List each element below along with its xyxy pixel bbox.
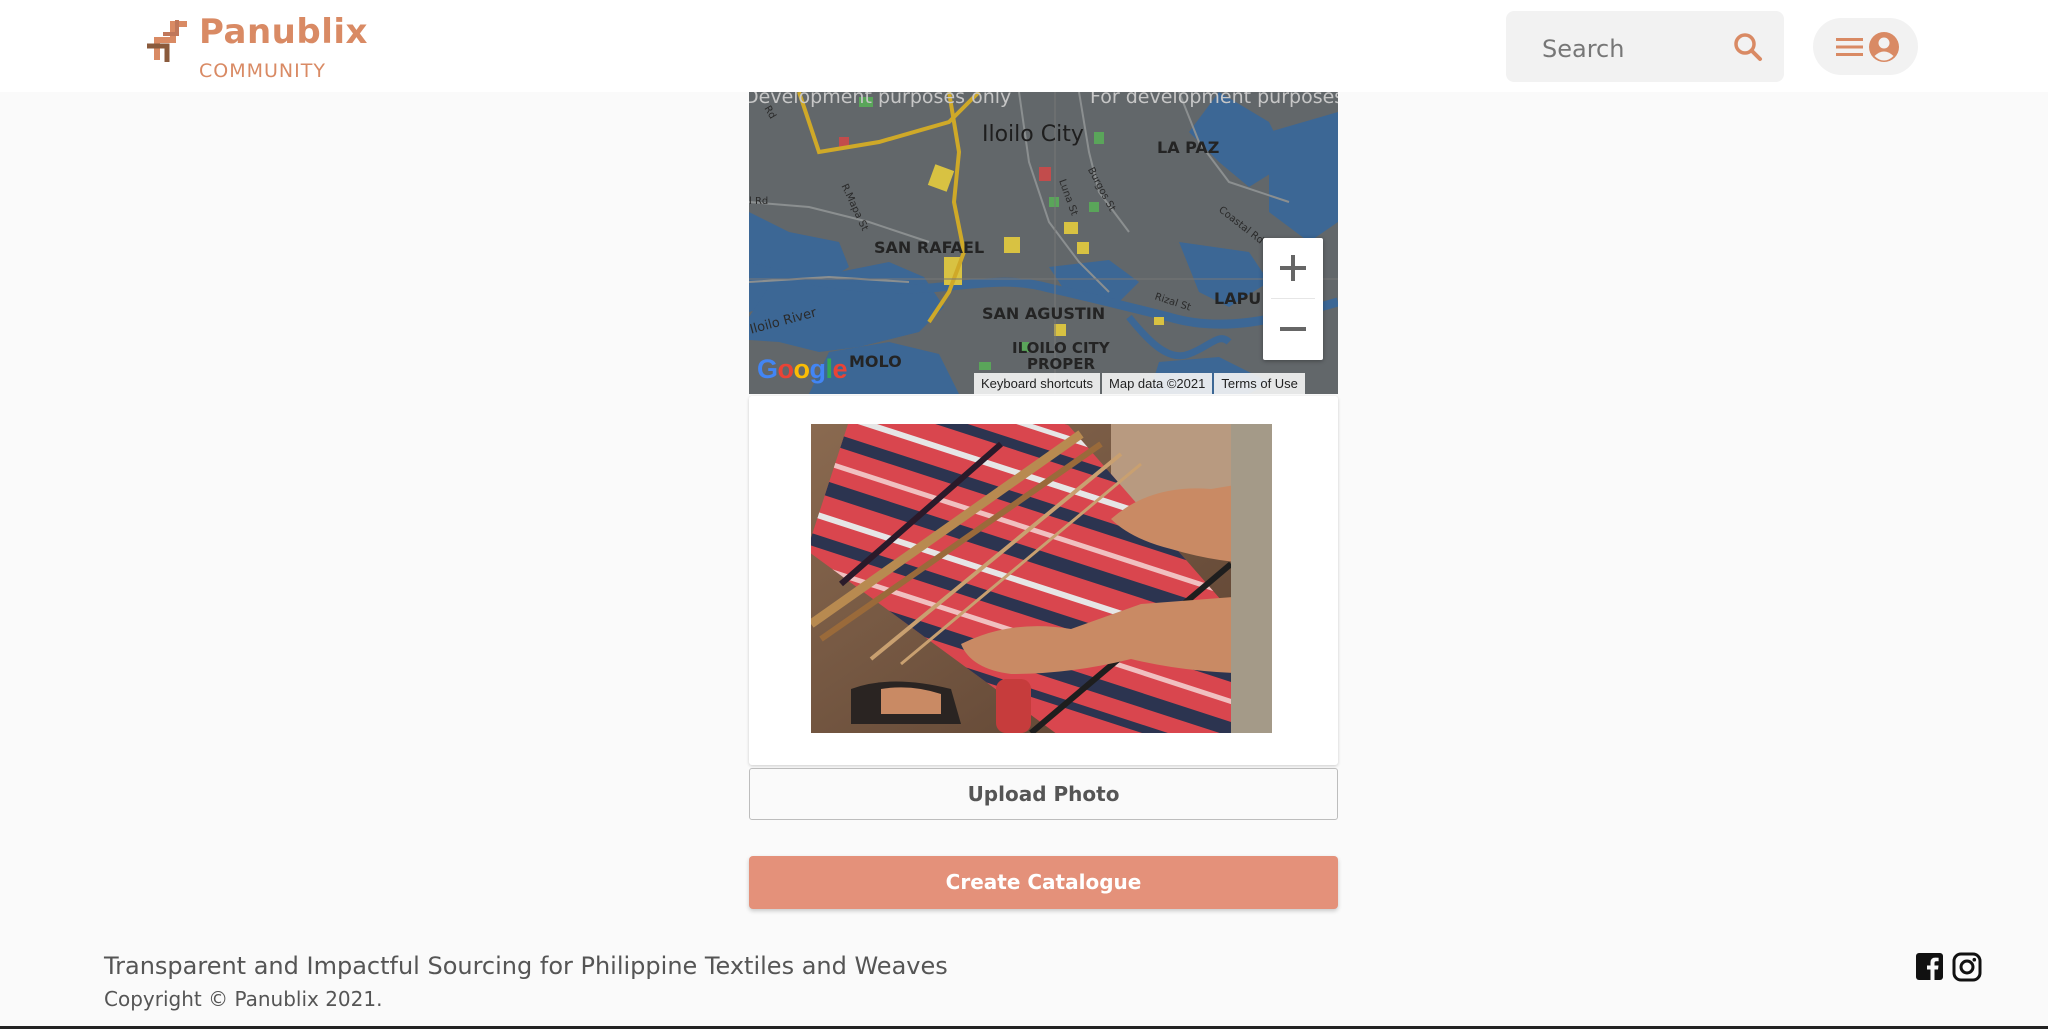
brand-logo[interactable]: Panublix COMMUNITY xyxy=(143,12,367,84)
map-label: SAN AGUSTIN xyxy=(982,304,1106,323)
user-menu-button[interactable] xyxy=(1813,18,1918,75)
terms-of-use-link[interactable]: Terms of Use xyxy=(1214,373,1305,394)
photo-preview-card xyxy=(749,396,1338,765)
weaving-loom-image xyxy=(811,424,1272,733)
google-logo[interactable]: Google xyxy=(757,354,848,385)
search-input[interactable]: Search xyxy=(1542,35,1624,63)
instagram-icon[interactable] xyxy=(1952,952,1982,982)
panublix-logo-icon xyxy=(147,20,187,62)
facebook-icon[interactable] xyxy=(1916,953,1943,980)
footer-tagline: Transparent and Impactful Sourcing for P… xyxy=(104,952,948,980)
map-label-city: Iloilo City xyxy=(982,122,1084,147)
minus-icon xyxy=(1280,327,1306,331)
map-attribution: Keyboard shortcuts Map data ©2021 Terms … xyxy=(972,373,1305,394)
weaving-photo xyxy=(811,424,1272,733)
map-label: PROPER xyxy=(1027,355,1096,373)
upload-photo-button[interactable]: Upload Photo xyxy=(749,768,1338,820)
map-zoom-control xyxy=(1263,238,1323,360)
map-watermark: Development purposes only xyxy=(749,92,1012,108)
map-data-attribution: Map data ©2021 xyxy=(1102,373,1213,394)
header: Panublix COMMUNITY Search xyxy=(0,0,2048,92)
map-label: MOLO xyxy=(849,352,902,371)
map-label: SAN RAFAEL xyxy=(874,238,985,257)
location-map[interactable]: Development purposes only For developmen… xyxy=(749,92,1338,394)
keyboard-shortcuts-link[interactable]: Keyboard shortcuts xyxy=(974,373,1101,394)
hamburger-menu-icon xyxy=(1836,38,1863,56)
map-label: LAPU xyxy=(1214,289,1262,308)
map-watermark: For development purposes only xyxy=(1090,92,1338,108)
search-box[interactable]: Search xyxy=(1506,11,1784,82)
brand-name: Panublix xyxy=(199,12,368,52)
zoom-out-button[interactable] xyxy=(1263,299,1323,359)
brand-subtitle: COMMUNITY xyxy=(199,60,326,82)
account-circle-icon xyxy=(1869,32,1899,62)
search-icon[interactable] xyxy=(1732,31,1764,63)
footer-copyright: Copyright © Panublix 2021. xyxy=(104,987,383,1011)
map-label: l Rd xyxy=(749,196,769,207)
zoom-in-button[interactable] xyxy=(1263,238,1323,298)
map-label: LA PAZ xyxy=(1157,138,1220,157)
plus-icon xyxy=(1280,255,1306,281)
create-catalogue-button[interactable]: Create Catalogue xyxy=(749,856,1338,909)
